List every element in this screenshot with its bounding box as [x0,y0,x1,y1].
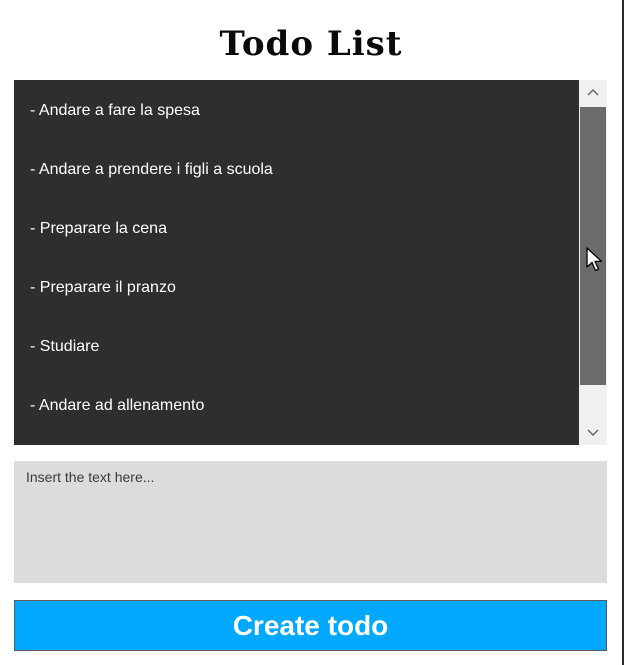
list-item[interactable]: - Andare ad allenamento [30,396,204,416]
list-item[interactable]: - Preparare la cena [30,219,167,239]
todo-list[interactable]: - Andare a fare la spesa - Andare a pren… [14,80,607,445]
list-item[interactable]: - Andare a prendere i figli a scuola [30,160,273,180]
chevron-down-icon[interactable] [579,419,607,445]
list-item[interactable]: - Studiare [30,337,99,357]
page-title: Todo List [219,24,403,64]
mouse-cursor-icon [586,247,603,272]
list-item[interactable]: - Preparare il pranzo [30,278,176,298]
list-item[interactable]: - Andare a fare la spesa [30,101,200,121]
todo-window: Todo List - Andare a fare la spesa - And… [0,0,622,665]
window-border [622,0,624,665]
create-todo-button[interactable]: Create todo [14,600,607,651]
todo-text-input[interactable] [14,461,607,583]
chevron-up-icon[interactable] [579,80,607,106]
